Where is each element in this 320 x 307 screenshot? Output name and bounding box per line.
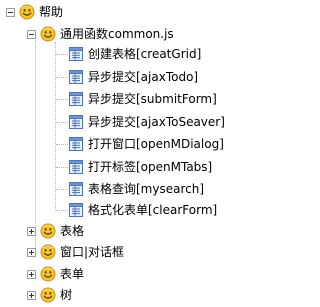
smiley-folder-icon (40, 244, 56, 260)
tree-node-label: 帮助 (39, 5, 64, 19)
tree-leaf-ajax-to-seaver[interactable]: 异步提交[ajaxToSeaver] (69, 112, 225, 132)
tree-leaf-creat-grid[interactable]: 创建表格[creatGrid] (69, 44, 201, 64)
tree-node-tree[interactable]: 树 (27, 285, 72, 305)
expand-toggle[interactable] (27, 269, 36, 279)
page-icon (69, 182, 83, 196)
page-icon (69, 47, 83, 61)
tree-node-label: 窗口|对话框 (60, 245, 125, 259)
tree-node-label: 通用函数common.js (60, 27, 174, 41)
tree-guide-line (56, 167, 68, 168)
tree-leaf-ajax-todo[interactable]: 异步提交[ajaxTodo] (69, 67, 198, 87)
tree-leaf-label: 异步提交[submitForm] (88, 92, 217, 106)
tree-leaf-open-m-dialog[interactable]: 打开窗口[openMDialog] (69, 134, 224, 154)
tree-guide-line (56, 144, 68, 145)
smiley-folder-icon (40, 266, 56, 282)
tree-node-label: 表格 (60, 224, 85, 238)
tree-node-table[interactable]: 表格 (27, 221, 84, 241)
tree-guide-line (55, 42, 56, 210)
tree-node-common-js[interactable]: 通用函数common.js (27, 24, 174, 44)
tree-guide-line (56, 210, 68, 211)
help-tree: 帮助 通用函数common.js 创建表格[creatGrid] 异步提交[aj… (0, 0, 268, 307)
tree-leaf-submit-form[interactable]: 异步提交[submitForm] (69, 89, 217, 109)
tree-guide-line (56, 122, 68, 123)
smiley-folder-icon (40, 223, 56, 239)
collapse-toggle[interactable] (27, 29, 36, 39)
page-icon (69, 160, 83, 174)
page-icon (69, 203, 83, 217)
expand-toggle[interactable] (27, 290, 36, 300)
tree-leaf-mysearch[interactable]: 表格查询[mysearch] (69, 179, 204, 199)
tree-guide-line (56, 54, 68, 55)
tree-node-help[interactable]: 帮助 (6, 2, 63, 22)
tree-node-label: 表单 (60, 267, 85, 281)
tree-node-window-dialog[interactable]: 窗口|对话框 (27, 242, 124, 262)
tree-leaf-label: 异步提交[ajaxTodo] (88, 70, 199, 84)
tree-leaf-label: 创建表格[creatGrid] (88, 47, 202, 61)
tree-node-label: 树 (60, 288, 73, 302)
page-icon (69, 115, 83, 129)
tree-guide-line (56, 99, 68, 100)
tree-guide-line (56, 189, 68, 190)
smiley-folder-icon (19, 4, 35, 20)
expand-toggle[interactable] (27, 226, 36, 236)
page-icon (69, 92, 83, 106)
page-icon (69, 137, 83, 151)
smiley-folder-icon (40, 287, 56, 303)
tree-leaf-label: 打开窗口[openMDialog] (88, 137, 224, 151)
smiley-folder-icon (40, 26, 56, 42)
expand-toggle[interactable] (27, 247, 36, 257)
tree-leaf-clear-form[interactable]: 格式化表单[clearForm] (69, 200, 217, 220)
tree-guide-line (35, 40, 36, 250)
tree-guide-line (56, 77, 68, 78)
page-icon (69, 70, 83, 84)
tree-node-form[interactable]: 表单 (27, 264, 84, 284)
tree-leaf-label: 表格查询[mysearch] (88, 182, 205, 196)
tree-leaf-label: 格式化表单[clearForm] (88, 203, 218, 217)
tree-leaf-label: 异步提交[ajaxToSeaver] (88, 115, 225, 129)
collapse-toggle[interactable] (6, 7, 15, 17)
tree-leaf-open-m-tabs[interactable]: 打开标签[openMTabs] (69, 157, 212, 177)
tree-leaf-label: 打开标签[openMTabs] (88, 160, 213, 174)
